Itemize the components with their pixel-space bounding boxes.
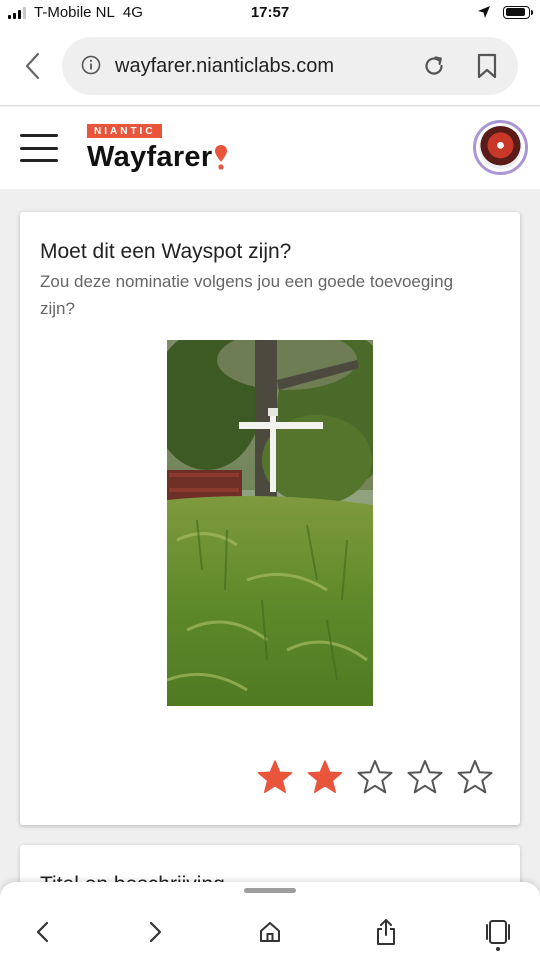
star-2-icon[interactable]: [306, 758, 344, 796]
signal-icon: [8, 6, 26, 19]
toolbar-home-button[interactable]: [254, 916, 286, 948]
carrier-label: T-Mobile NL: [34, 4, 115, 21]
star-5-icon[interactable]: [456, 758, 494, 796]
review-card: Moet dit een Wayspot zijn? Zou deze nomi…: [20, 212, 520, 825]
star-3-icon[interactable]: [356, 758, 394, 796]
status-left: T-Mobile NL 4G: [8, 4, 143, 21]
address-bar[interactable]: wayfarer.nianticlabs.com: [62, 37, 518, 95]
home-icon: [260, 922, 280, 942]
avatar-image: [479, 126, 522, 169]
battery-fill: [505, 8, 526, 16]
rating-stars: [256, 758, 494, 796]
tabs-icon: [486, 920, 510, 944]
nomination-photo[interactable]: [167, 340, 373, 706]
reload-icon[interactable]: [422, 54, 446, 78]
back-icon: [36, 921, 49, 943]
card-title: Moet dit een Wayspot zijn?: [40, 240, 292, 263]
toolbar-tabs-button[interactable]: [482, 916, 514, 948]
toolbar-grabber[interactable]: [244, 888, 296, 893]
info-icon[interactable]: [81, 55, 101, 75]
tabs-indicator-dot: [496, 947, 500, 951]
url-text[interactable]: wayfarer.nianticlabs.com: [115, 55, 334, 78]
map-pin-icon: [215, 145, 228, 170]
brand-wordmark: Wayfarer: [87, 141, 228, 173]
toolbar-share-button[interactable]: [370, 916, 402, 948]
toolbar-forward-button[interactable]: [140, 916, 172, 948]
avatar[interactable]: [473, 120, 528, 175]
browser-toolbar: [0, 882, 540, 960]
app-header: NIANTIC Wayfarer: [0, 107, 540, 189]
menu-icon[interactable]: [20, 134, 58, 162]
photo-scene: [167, 340, 373, 706]
network-label: 4G: [122, 4, 143, 21]
back-icon: [25, 52, 40, 80]
bookmark-icon[interactable]: [476, 53, 498, 79]
forward-icon: [149, 921, 162, 943]
share-icon: [377, 919, 395, 945]
star-4-icon[interactable]: [406, 758, 444, 796]
toolbar-back-button[interactable]: [26, 916, 58, 948]
battery-icon: [503, 5, 533, 19]
brand-badge: NIANTIC: [87, 124, 162, 138]
card-subtitle: Zou deze nominatie volgens jou een goede…: [40, 272, 454, 318]
browser-address-area: wayfarer.nianticlabs.com: [0, 28, 540, 106]
wayfarer-logo[interactable]: NIANTIC Wayfarer: [87, 121, 228, 173]
status-bar: T-Mobile NL 4G 17:57: [0, 0, 540, 28]
star-1-icon[interactable]: [256, 758, 294, 796]
status-right: [477, 5, 533, 19]
brand-name: Wayfarer: [87, 141, 213, 173]
location-arrow-icon: [478, 6, 490, 18]
browser-back-button[interactable]: [16, 48, 48, 84]
